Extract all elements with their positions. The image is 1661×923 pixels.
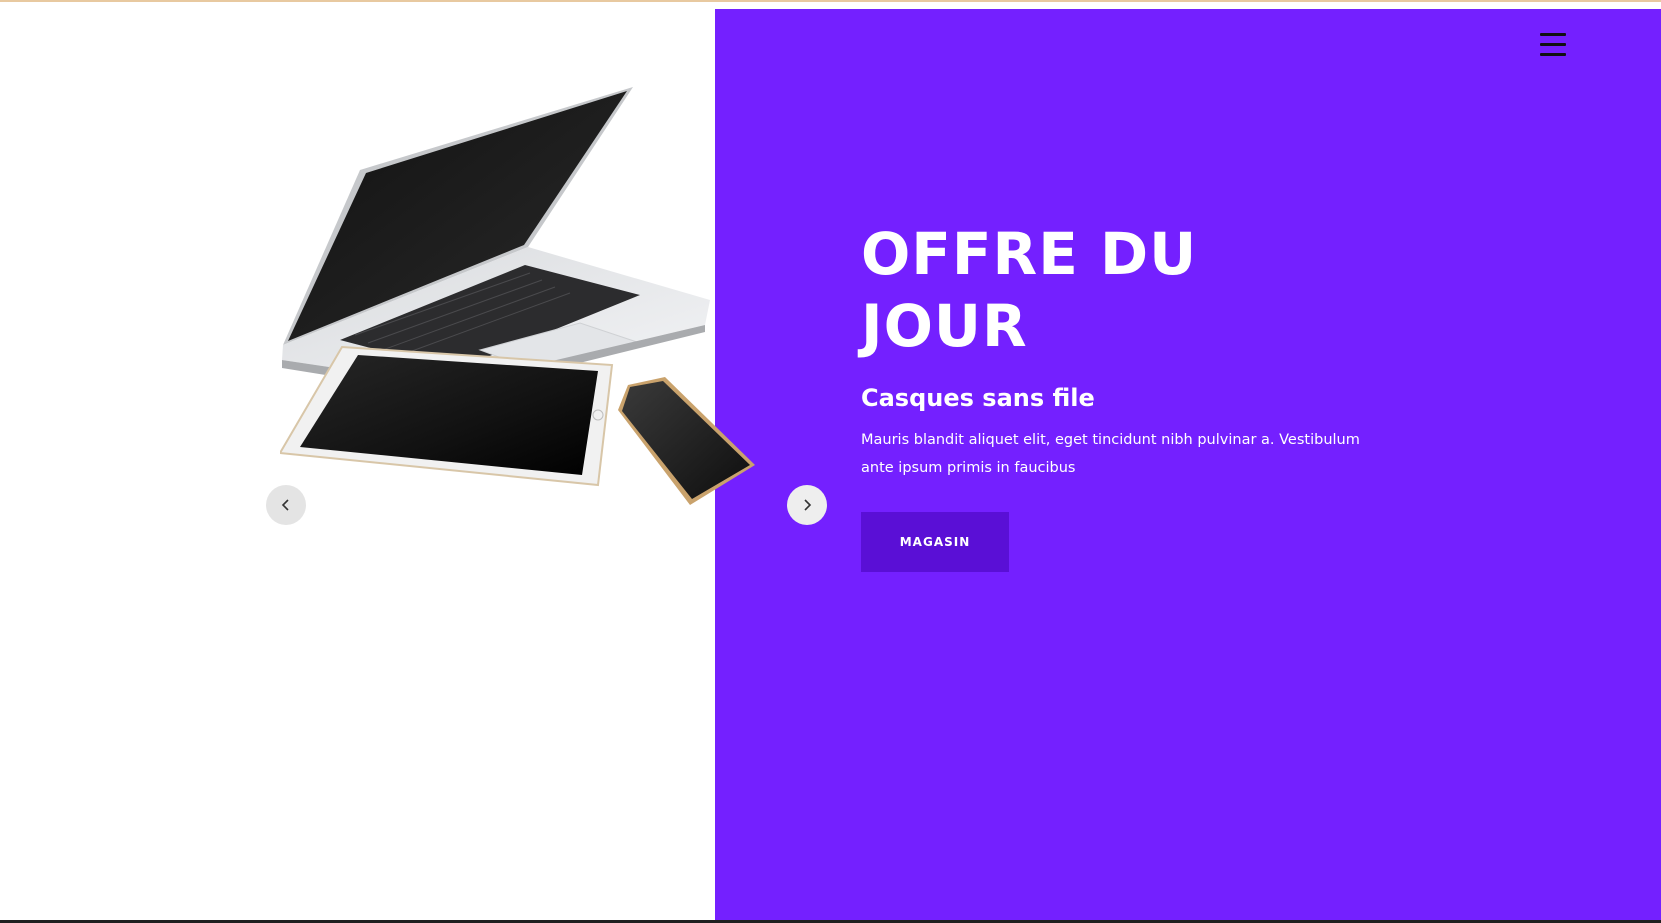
- hero-description: Mauris blandit aliquet elit, eget tincid…: [861, 432, 1360, 476]
- chevron-right-icon: [804, 499, 812, 511]
- page: OFFRE DU JOUR Casques sans file Mauris b…: [0, 0, 1661, 923]
- carousel-next-button[interactable]: [787, 485, 827, 525]
- devices-image: [280, 87, 755, 505]
- hero-title: OFFRE DU JOUR: [861, 220, 1198, 360]
- carousel-prev-button[interactable]: [266, 485, 306, 525]
- hamburger-menu-icon[interactable]: [1540, 32, 1566, 58]
- hero-subtitle: Casques sans file: [861, 384, 1095, 412]
- chevron-left-icon: [281, 499, 289, 511]
- shop-button[interactable]: MAGASIN: [861, 512, 1009, 572]
